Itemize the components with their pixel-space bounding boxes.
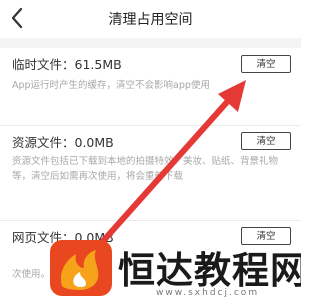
clear-temp-files-button[interactable]: 清空 (241, 55, 291, 73)
watermark-url: www.sxhdcj.com (156, 288, 260, 298)
clear-resource-files-button[interactable]: 清空 (241, 132, 291, 150)
section-gap (0, 38, 301, 48)
watermark: 恒达教程网 www.sxhdcj.com (48, 238, 301, 300)
page-title: 清理占用空间 (108, 12, 193, 28)
list-item-temp-files: 临时文件：61.5MB App运行时产生的缓存，清空不会影响app使用 清空 (0, 48, 301, 126)
item-description: App运行时产生的缓存，清空不会影响app使用 (12, 80, 210, 91)
screen: 清理占用空间 临时文件：61.5MB App运行时产生的缓存，清空不会影响app… (0, 0, 301, 300)
list-item-resource-files: 资源文件：0.0MB 资源文件包括已下载到本地的拍摄特效、美妆、贴纸、背景礼物等… (0, 126, 301, 221)
flame-logo-icon (50, 240, 112, 296)
header: 清理占用空间 (0, 0, 301, 38)
item-description: 资源文件包括已下载到本地的拍摄特效、美妆、贴纸、背景礼物等，清空后如需再次使用，… (12, 156, 279, 182)
item-title: 临时文件：61.5MB (12, 57, 122, 72)
watermark-brand: 恒达教程网 (118, 249, 301, 292)
item-title: 资源文件：0.0MB (12, 135, 114, 150)
